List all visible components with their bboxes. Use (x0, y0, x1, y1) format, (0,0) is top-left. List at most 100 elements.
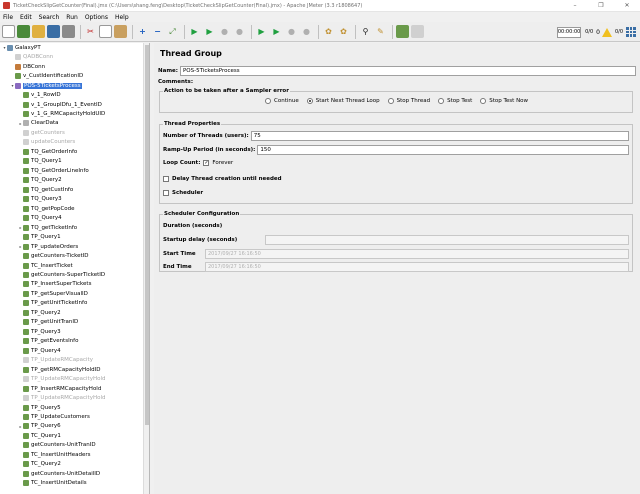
menu-file[interactable]: File (2, 14, 14, 21)
menu-search[interactable]: Search (38, 14, 61, 21)
tree-scrollbar[interactable] (143, 43, 149, 494)
help-icon[interactable] (411, 25, 424, 38)
tree-node[interactable]: getCounters-UnitTranID (0, 441, 149, 450)
tree-node[interactable]: TP_getSuperVisualID (0, 289, 149, 298)
tree-node[interactable]: ▸ TP_updateOrders (0, 242, 149, 251)
clear-all-icon[interactable]: ✿ (337, 25, 350, 38)
clear-icon[interactable]: ✿ (322, 25, 335, 38)
tree-node[interactable]: TQ_Query1 (0, 157, 149, 166)
reset-search-icon[interactable]: ✎ (374, 25, 387, 38)
remote-shutdown-icon[interactable]: ● (300, 25, 313, 38)
tree-node[interactable]: TP_UpdateCustomers (0, 412, 149, 421)
copy-icon[interactable] (99, 25, 112, 38)
remote-start-all-icon[interactable]: ▶ (270, 25, 283, 38)
open-icon[interactable] (32, 25, 45, 38)
test-plan-tree[interactable]: ▾ GalaxyPT QADBConn DBConn v_CustIdentificat… (0, 43, 150, 494)
tree-node[interactable]: TQ_Query2 (0, 176, 149, 185)
tree-node[interactable]: TP_Query5 (0, 403, 149, 412)
tree-node[interactable]: getCounters-UnitDetailID (0, 469, 149, 478)
tree-node[interactable]: TP_InsertRMCapacityHold (0, 384, 149, 393)
tree-node[interactable]: TC_InsertUnitDetails (0, 479, 149, 488)
tree-node[interactable]: TC_InsertUnitHeaders (0, 450, 149, 459)
end-time-input[interactable]: 2017/09/27 16:16:50 (205, 261, 629, 272)
tree-node[interactable]: v_1_G_RMCapacityHoldUID (0, 109, 149, 118)
radio-start-next-thread-loop[interactable]: Start Next Thread Loop (306, 98, 380, 104)
tree-node[interactable]: TQ_GetOrderInfo (0, 147, 149, 156)
tree-node[interactable]: v_1_RowID (0, 90, 149, 99)
tree-node[interactable]: ▸ TP_Query6 (0, 422, 149, 431)
tree-node[interactable]: ▸ ClearData (0, 119, 149, 128)
tree-node[interactable]: updateCounters (0, 138, 149, 147)
new-icon[interactable] (2, 25, 15, 38)
start-no-pause-icon[interactable]: ▶ (203, 25, 216, 38)
tree-scrollbar-thumb[interactable] (145, 45, 149, 425)
cut-icon[interactable]: ✂ (84, 25, 97, 38)
name-input[interactable]: POS-5TicketsProcess (179, 65, 636, 76)
tree-node[interactable]: ▸ TQ_getTicketInfo (0, 223, 149, 232)
tree-node[interactable]: TQ_Query4 (0, 213, 149, 222)
tree-node[interactable]: TC_Query1 (0, 431, 149, 440)
start-time-input[interactable]: 2017/09/27 16:16:50 (205, 248, 629, 259)
stop-icon[interactable]: ● (218, 25, 231, 38)
tree-node[interactable]: TP_Query2 (0, 308, 149, 317)
tree-node[interactable]: v_CustIdentificationID (0, 71, 149, 80)
expand-icon[interactable]: + (136, 25, 149, 38)
start-icon[interactable]: ▶ (188, 25, 201, 38)
remote-stop-icon[interactable]: ● (285, 25, 298, 38)
scheduler-checkbox[interactable]: Scheduler (163, 190, 203, 196)
tree-node[interactable]: TP_Query4 (0, 346, 149, 355)
radio-continue[interactable]: Continue (265, 98, 299, 104)
tree-node[interactable]: TP_UpdateRMCapacityHold (0, 393, 149, 402)
shutdown-icon[interactable]: ● (233, 25, 246, 38)
tree-node[interactable]: TP_UpdateRMCapacityHold (0, 374, 149, 383)
tree-node[interactable]: getCounters-SuperTicketID (0, 270, 149, 279)
rampup-input[interactable]: 150 (257, 145, 629, 155)
menu-help[interactable]: Help (114, 14, 130, 21)
grid-icon[interactable] (626, 27, 636, 37)
tree-node[interactable]: TP_getRMCapacityHoldID (0, 365, 149, 374)
warning-icon[interactable] (601, 27, 612, 37)
remote-start-icon[interactable]: ▶ (255, 25, 268, 38)
close-button[interactable]: ✕ (614, 0, 640, 12)
tree-node[interactable]: TP_InsertSuperTickets (0, 280, 149, 289)
tree-node[interactable]: ▾ POS-5TicketsProcess (0, 81, 149, 90)
threads-input[interactable]: 75 (250, 131, 629, 141)
tree-node[interactable]: TP_UpdateRMCapacity (0, 355, 149, 364)
tree-node[interactable]: TC_Query2 (0, 460, 149, 469)
minimize-button[interactable]: – (562, 0, 588, 12)
toggle-icon[interactable]: ⤢ (166, 25, 179, 38)
radio-stop-test[interactable]: Stop Test (438, 98, 472, 104)
radio-stop-test-now[interactable]: Stop Test Now (480, 98, 528, 104)
tree-node[interactable]: ▾ GalaxyPT (0, 43, 149, 52)
delay-thread-checkbox[interactable]: Delay Thread creation until needed (163, 176, 282, 182)
forever-checkbox[interactable]: ✓ Forever (203, 160, 233, 166)
tree-node[interactable]: getCounters-TicketID (0, 251, 149, 260)
collapse-icon[interactable]: − (151, 25, 164, 38)
tree-node[interactable]: TQ_getPopCode (0, 204, 149, 213)
radio-stop-thread[interactable]: Stop Thread (387, 98, 430, 104)
tree-node[interactable]: TP_getUnitTranID (0, 318, 149, 327)
menu-edit[interactable]: Edit (19, 14, 33, 21)
tree-node[interactable]: TP_Query3 (0, 327, 149, 336)
menu-options[interactable]: Options (84, 14, 109, 21)
comments-input[interactable] (195, 77, 636, 87)
startup-delay-input[interactable] (265, 234, 629, 245)
paste-icon[interactable] (114, 25, 127, 38)
tree-node[interactable]: TQ_GetOrderLineInfo (0, 166, 149, 175)
tree-node[interactable]: getCounters (0, 128, 149, 137)
save-icon[interactable] (47, 25, 60, 38)
tree-node[interactable]: TP_getEventsInfo (0, 337, 149, 346)
menu-run[interactable]: Run (65, 14, 79, 21)
tree-node[interactable]: QADBConn (0, 52, 149, 61)
tree-node[interactable]: TP_getUnitTicketInfo (0, 299, 149, 308)
save-as-icon[interactable] (62, 25, 75, 38)
tree-node[interactable]: TC_InsertTicket (0, 261, 149, 270)
tree-node[interactable]: TQ_getCustInfo (0, 185, 149, 194)
search-icon[interactable]: ⚲ (359, 25, 372, 38)
maximize-button[interactable]: ❐ (588, 0, 614, 12)
function-helper-icon[interactable] (396, 25, 409, 38)
tree-node[interactable]: TP_Query1 (0, 232, 149, 241)
tree-node[interactable]: v_1_GroupIDfu_1_EventID (0, 100, 149, 109)
tree-node[interactable]: TQ_Query3 (0, 195, 149, 204)
tree-node[interactable]: DBConn (0, 62, 149, 71)
